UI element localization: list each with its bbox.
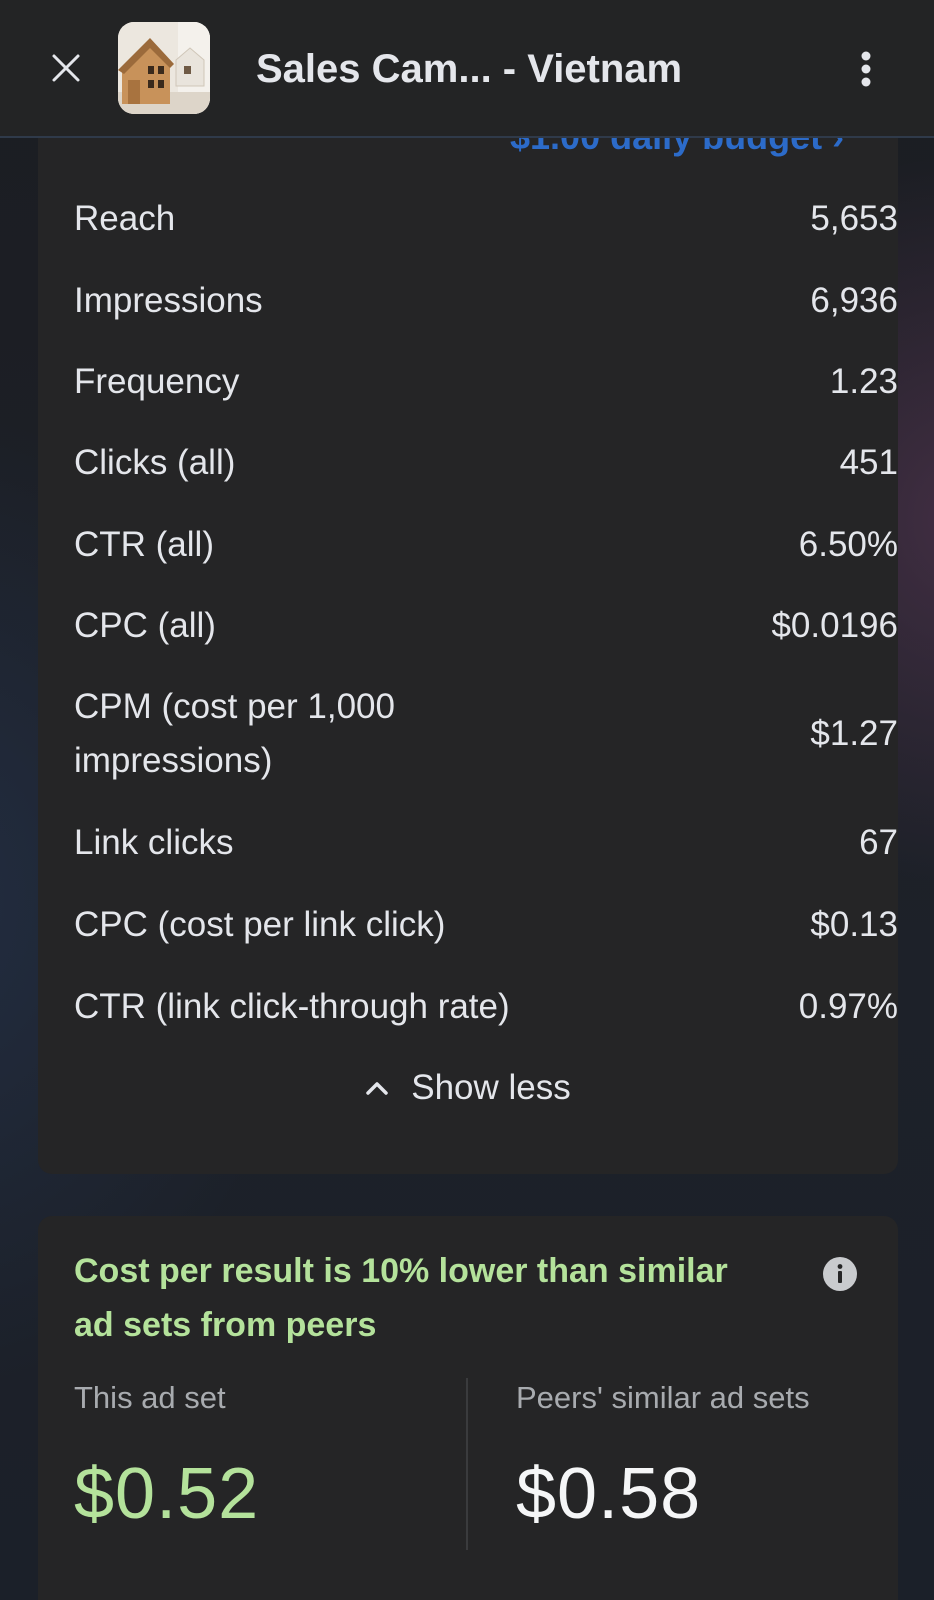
chevron-up-icon [366,1082,388,1095]
campaign-title: Sales Cam... - Vietnam [256,47,683,91]
metric-label: CPC (all) [74,606,216,645]
house-image [118,22,210,114]
metric-value: $0.0196 [771,606,898,645]
metric-row-impressions: Impressions 6,936 [74,260,898,342]
metric-label: Link clicks [74,823,234,862]
metric-row-cpm: CPM (cost per 1,000 impressions) $1.27 [74,666,898,802]
metrics-list: Reach 5,653 Impressions 6,936 Frequency … [74,178,898,1048]
more-options-button[interactable] [846,44,886,94]
metric-row-cpc-all: CPC (all) $0.0196 [74,586,898,666]
more-vertical-icon [861,51,871,87]
close-icon [52,54,80,82]
metric-label: Clicks (all) [74,443,236,482]
metric-label: CTR (link click-through rate) [74,987,510,1026]
metric-value: $1.27 [810,714,898,753]
this-ad-set-cost: $0.52 [74,1454,260,1534]
metric-row-reach: Reach 5,653 [74,178,898,260]
metric-value: 6.50% [798,525,898,564]
metric-value: 0.97% [798,987,898,1026]
metric-row-cpc-link: CPC (cost per link click) $0.13 [74,884,898,966]
top-bar: Sales Cam... - Vietnam [0,0,934,138]
this-ad-set-label: This ad set [74,1380,226,1415]
close-button[interactable] [44,46,88,90]
info-icon[interactable] [822,1256,858,1292]
metric-value: 5,653 [810,199,898,238]
comparison-headline: Cost per result is 10% lower than simila… [74,1252,728,1344]
column-divider [466,1378,468,1550]
metric-row-frequency: Frequency 1.23 [74,342,898,422]
metric-label: Impressions [74,281,263,320]
ad-thumbnail-image[interactable] [118,22,210,114]
metrics-card: $1.00 daily budget › Reach 5,653 Impress… [38,96,898,1174]
metric-row-ctr-link: CTR (link click-through rate) 0.97% [74,966,898,1048]
metric-label: Reach [74,199,176,238]
metric-label: CPC (cost per link click) [74,905,446,944]
peer-comparison-card: Cost per result is 10% lower than simila… [38,1216,898,1600]
metric-label: Frequency [74,362,240,401]
metric-row-link-clicks: Link clicks 67 [74,802,898,884]
metric-value: 451 [839,443,898,482]
peers-label: Peers' similar ad sets [516,1380,810,1415]
metric-value: 67 [859,823,898,862]
show-less-button[interactable]: Show less [38,1058,898,1118]
show-less-label: Show less [411,1068,571,1107]
metric-row-ctr-all: CTR (all) 6.50% [74,504,898,586]
metric-value: 6,936 [810,281,898,320]
metric-value: 1.23 [829,362,898,401]
peers-cost: $0.58 [516,1454,702,1534]
metric-value: $0.13 [810,905,898,944]
this-ad-set-column: This ad set $0.52 [74,1376,454,1534]
peers-column: Peers' similar ad sets $0.58 [516,1376,876,1534]
metric-row-clicks-all: Clicks (all) 451 [74,422,898,504]
metric-label: CTR (all) [74,525,214,564]
metric-label: CPM (cost per 1,000 impressions) [74,687,395,780]
